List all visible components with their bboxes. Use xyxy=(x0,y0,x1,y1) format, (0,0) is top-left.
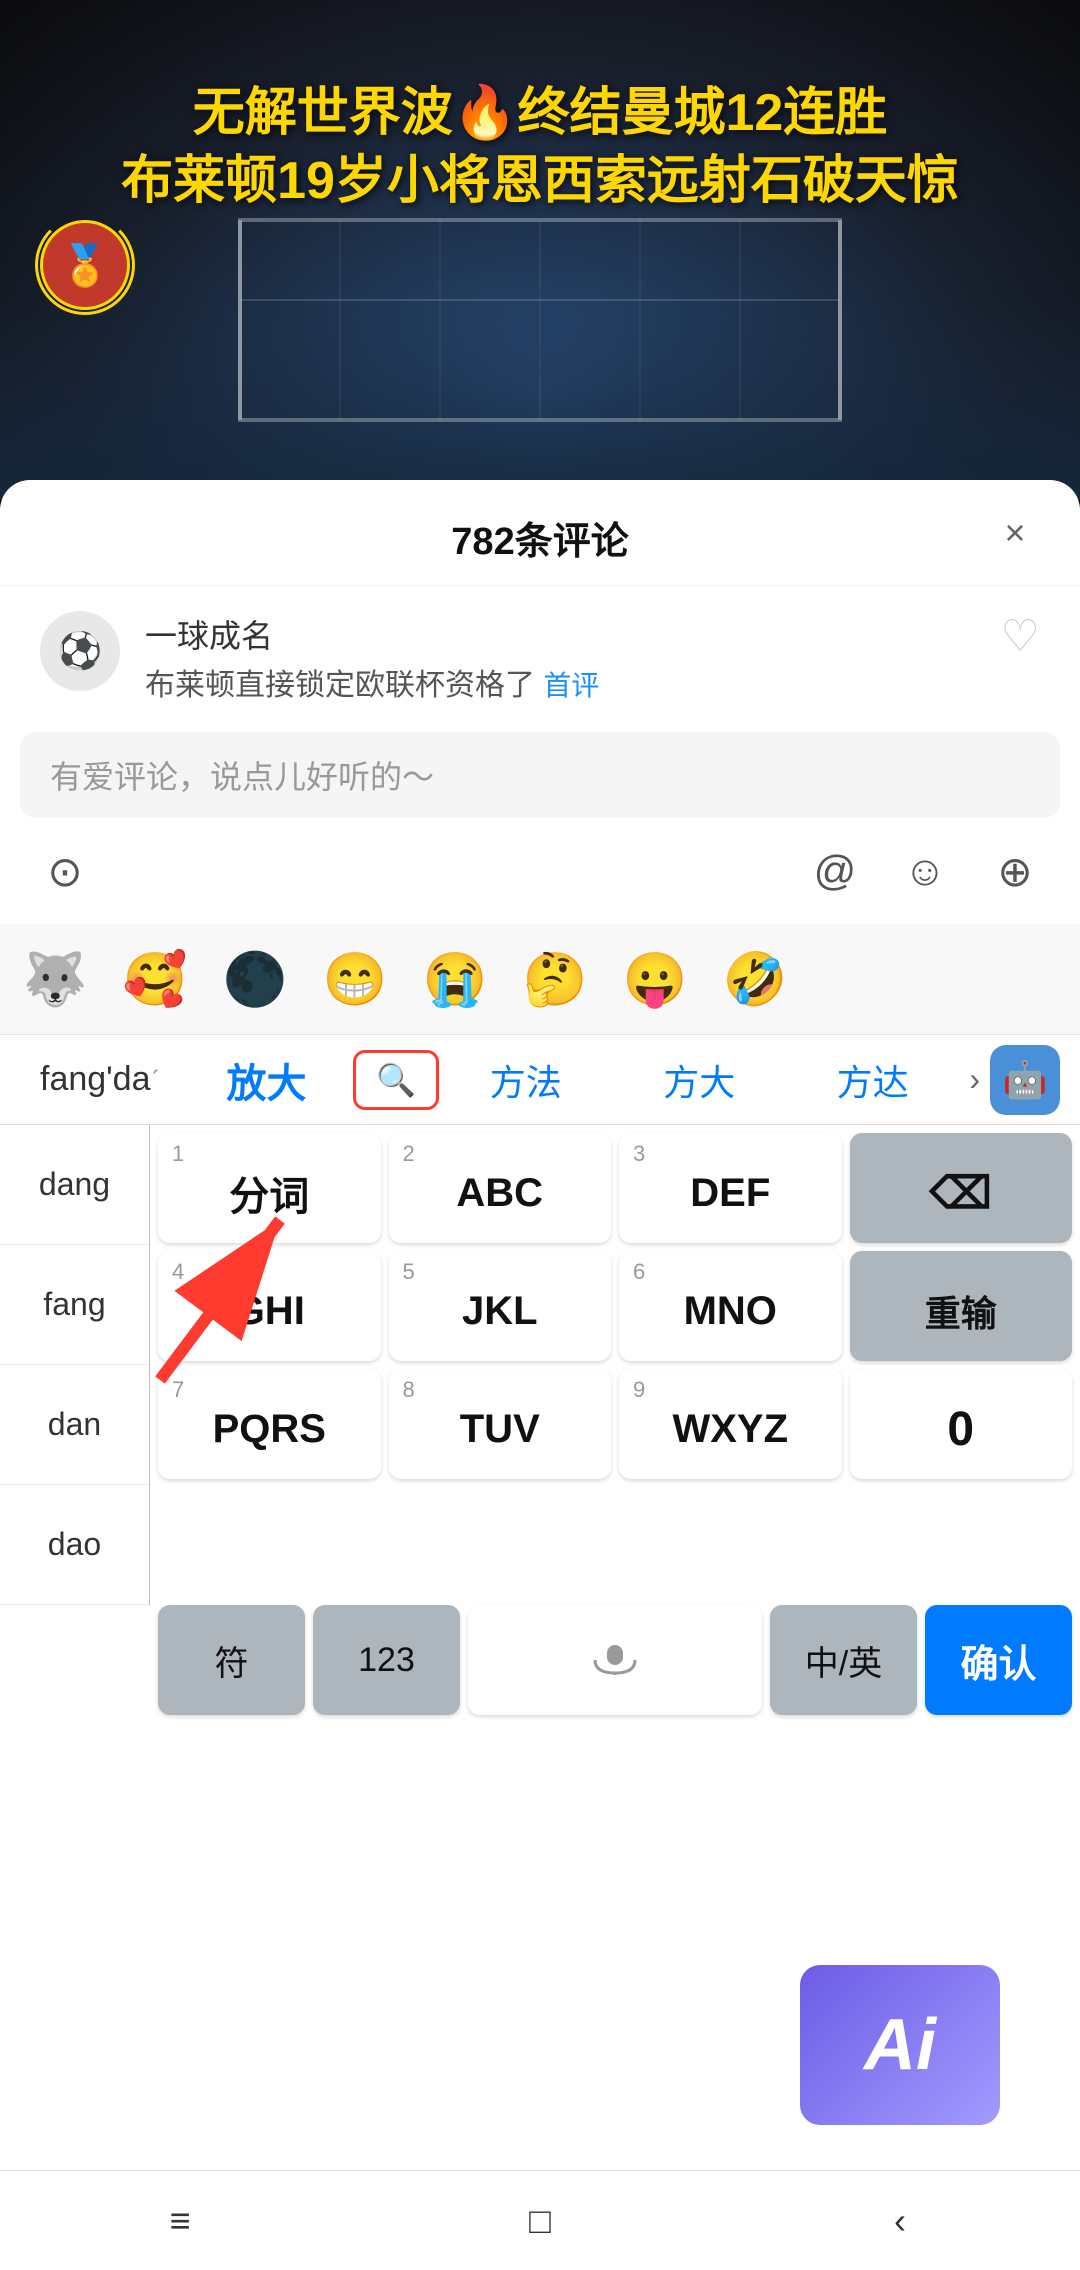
suggestion-fangda3[interactable]: 方达 xyxy=(786,1044,959,1116)
pinyin-text: fang'da xyxy=(40,1060,150,1098)
emoji-think[interactable]: 🤔 xyxy=(510,934,600,1024)
nav-menu-icon[interactable]: ≡ xyxy=(150,2191,210,2251)
heart-icon[interactable]: ♡ xyxy=(1001,611,1040,662)
key-5-jkl[interactable]: 5 JKL xyxy=(389,1251,612,1361)
nav-home-icon[interactable]: □ xyxy=(510,2191,570,2251)
candidate-fang[interactable]: fang xyxy=(0,1245,149,1365)
input-placeholder: 有爱评论，说点儿好听的～ xyxy=(50,759,434,795)
suggestion-fangfa[interactable]: 方法 xyxy=(439,1044,612,1116)
emoji-hearts[interactable]: 🥰 xyxy=(110,934,200,1024)
emoji-tongue[interactable]: 😛 xyxy=(610,934,700,1024)
key-123[interactable]: 123 xyxy=(313,1605,460,1715)
key-symbol[interactable]: 符 xyxy=(158,1605,305,1715)
emoji-moon[interactable]: 🌑 xyxy=(210,934,300,1024)
microphone-icon xyxy=(585,1645,645,1675)
suggestions-more-icon[interactable]: › xyxy=(959,1061,990,1098)
key-2-abc[interactable]: 2 ABC xyxy=(389,1133,612,1243)
ime-robot-icon[interactable]: 🤖 xyxy=(990,1045,1060,1115)
candidate-dao[interactable]: dao xyxy=(0,1485,149,1605)
key-6-mno[interactable]: 6 MNO xyxy=(619,1251,842,1361)
video-background: 无解世界波🔥终结曼城12连胜 布莱顿19岁小将恩西索远射石破天惊 🏅 xyxy=(0,0,1080,500)
keyboard-main: dang fang dan dao 1 分词 2 ABC 3 DEF ⌫ xyxy=(0,1125,1080,1605)
navigation-bar: ≡ □ ‹ xyxy=(0,2170,1080,2270)
input-toolbar: ⊙ @ ☺ ⊕ xyxy=(0,818,1080,924)
comment-username: 一球成名 xyxy=(145,611,976,657)
key-space[interactable] xyxy=(468,1605,762,1715)
ai-badge: Ai xyxy=(800,1965,1000,2125)
emoji-wolf[interactable]: 🐺 xyxy=(10,934,100,1024)
comment-count-title: 782条评论 xyxy=(451,510,628,565)
at-icon[interactable]: @ xyxy=(800,836,870,906)
suggestion-search[interactable]: 🔍 xyxy=(353,1050,439,1110)
key-delete[interactable]: ⌫ xyxy=(850,1133,1073,1243)
keyboard-bottom-row: 符 123 中/英 确认 xyxy=(0,1605,1080,1723)
key-confirm[interactable]: 确认 xyxy=(925,1605,1072,1715)
key-retry[interactable]: 重输 xyxy=(850,1251,1073,1361)
key-7-pqrs[interactable]: 7 PQRS xyxy=(158,1369,381,1479)
camera-icon[interactable]: ⊙ xyxy=(30,836,100,906)
key-1-fenci[interactable]: 1 分词 xyxy=(158,1133,381,1243)
key-0[interactable]: 0 xyxy=(850,1369,1073,1479)
key-4-ghi[interactable]: 4 GHI xyxy=(158,1251,381,1361)
key-3-def[interactable]: 3 DEF xyxy=(619,1133,842,1243)
comment-item: ⚽ 一球成名 布莱顿直接锁定欧联杯资格了 首评 ♡ xyxy=(0,586,1080,732)
video-avatar[interactable]: 🏅 xyxy=(40,220,130,310)
nav-back-icon[interactable]: ‹ xyxy=(870,2191,930,2251)
key-lang-switch[interactable]: 中/英 xyxy=(770,1605,917,1715)
emoji-laugh[interactable]: 🤣 xyxy=(710,934,800,1024)
suggestion-fangda[interactable]: 放大 xyxy=(180,1041,353,1119)
comment-input-area[interactable]: 有爱评论，说点儿好听的～ xyxy=(20,732,1060,818)
video-title: 无解世界波🔥终结曼城12连胜 布莱顿19岁小将恩西索远射石破天惊 xyxy=(0,80,1080,215)
comment-text: 布莱顿直接锁定欧联杯资格了 首评 xyxy=(145,665,976,707)
comment-header: 782条评论 × xyxy=(0,480,1080,586)
suggestion-fangda2[interactable]: 方大 xyxy=(613,1044,786,1116)
pinyin-input: fang'daˊ xyxy=(20,1060,180,1099)
emoji-icon[interactable]: ☺ xyxy=(890,836,960,906)
key-9-wxyz[interactable]: 9 WXYZ xyxy=(619,1369,842,1479)
candidate-dang[interactable]: dang xyxy=(0,1125,149,1245)
keypad: 1 分词 2 ABC 3 DEF ⌫ 4 GHI 5 JKL xyxy=(150,1125,1080,1605)
comment-avatar: ⚽ xyxy=(40,611,120,691)
word-candidates-list: dang fang dan dao xyxy=(0,1125,150,1605)
comment-tag: 首评 xyxy=(543,670,599,701)
comment-content: 一球成名 布莱顿直接锁定欧联杯资格了 首评 xyxy=(145,611,976,707)
close-button[interactable]: × xyxy=(990,508,1040,558)
search-icon: 🔍 xyxy=(376,1061,416,1099)
emoji-row: 🐺 🥰 🌑 😁 😭 🤔 😛 🤣 xyxy=(0,924,1080,1035)
candidate-dan[interactable]: dan xyxy=(0,1365,149,1485)
emoji-grin[interactable]: 😁 xyxy=(310,934,400,1024)
suggestions-bar: fang'daˊ 放大 🔍 方法 方大 方达 › 🤖 xyxy=(0,1035,1080,1125)
key-8-tuv[interactable]: 8 TUV xyxy=(389,1369,612,1479)
emoji-cry[interactable]: 😭 xyxy=(410,934,500,1024)
plus-icon[interactable]: ⊕ xyxy=(980,836,1050,906)
